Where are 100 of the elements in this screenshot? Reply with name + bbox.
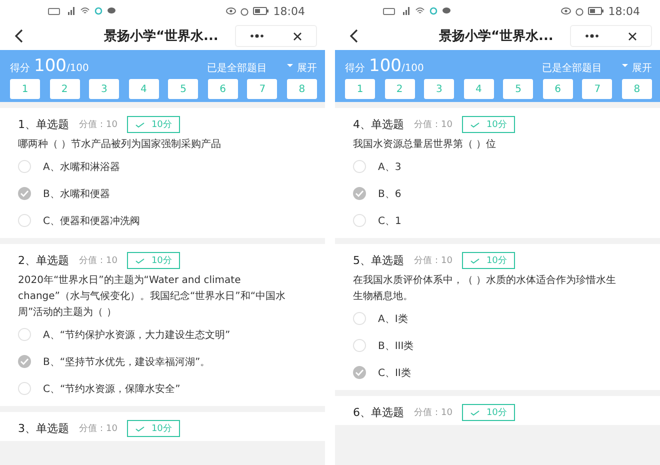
radio-button[interactable]	[353, 312, 366, 325]
option-label: C、II类	[378, 366, 411, 380]
question-number-button[interactable]: 3	[89, 79, 120, 99]
more-icon[interactable]	[250, 34, 264, 38]
result-score: 10分	[151, 422, 172, 435]
question-number-button[interactable]: 3	[424, 79, 454, 99]
points-label: 分值：10	[79, 254, 118, 267]
result-score: 10分	[486, 406, 507, 419]
question-heading: 1、单选题	[18, 117, 69, 132]
question-number-button[interactable]: 6	[208, 79, 238, 99]
chat-bubble-icon	[442, 7, 451, 15]
score-total: /100	[66, 63, 89, 74]
result-score: 10分	[151, 118, 172, 131]
question-heading: 5、单选题	[353, 253, 404, 268]
question-number-button[interactable]: 7	[247, 79, 278, 99]
chat-bubble-icon	[107, 7, 116, 15]
check-icon	[135, 122, 146, 128]
question-text: 2020年“世界水日”的主题为“Water and climate change”（水与气候变化）。我国纪念“世界水日”和“中国水周”活动的主题为（ ）	[18, 274, 286, 320]
expand-link[interactable]: 展开	[297, 61, 317, 75]
question-number-button[interactable]: 1	[345, 79, 375, 99]
wifi-icon	[415, 7, 425, 15]
option-label: A、3	[378, 160, 402, 174]
score-value: 100	[34, 56, 66, 76]
radio-button[interactable]	[18, 160, 31, 173]
question-number-button[interactable]: 4	[128, 79, 159, 99]
close-icon[interactable]	[292, 32, 302, 40]
radio-button[interactable]	[18, 328, 31, 341]
radio-button[interactable]	[18, 214, 31, 227]
question-number-button[interactable]: 8	[286, 79, 317, 99]
option-label: B、水嘴和便器	[43, 188, 110, 200]
option-label: C、便器和便器冲洗阀	[43, 214, 140, 228]
radio-button[interactable]	[353, 339, 366, 352]
points-label: 分值：10	[79, 422, 118, 435]
result-score: 10分	[151, 254, 172, 267]
back-icon[interactable]	[14, 29, 24, 43]
close-icon[interactable]	[628, 32, 637, 40]
question-text: 在我国水质评价体系中，（ ）水质的水体适合作为珍惜水生生物栖息地。	[353, 274, 618, 304]
question-number-button[interactable]: 8	[622, 79, 652, 99]
question-number-button[interactable]: 5	[503, 79, 534, 99]
question-number-button[interactable]: 7	[582, 79, 612, 99]
points-label: 分值：10	[414, 406, 452, 419]
check-icon	[135, 258, 146, 264]
radio-button[interactable]	[353, 187, 366, 200]
option-label: A、I类	[378, 312, 408, 326]
back-icon[interactable]	[349, 29, 359, 43]
question-text: 我国水资源总量居世界第（ ）位	[353, 138, 498, 152]
battery-icon	[588, 7, 604, 15]
question-number-button[interactable]: 5	[168, 79, 198, 99]
wifi-icon	[80, 7, 90, 15]
check-icon	[470, 410, 480, 416]
option-label: B、“坚持节水优先，建设幸福河湖”。	[43, 356, 210, 368]
score-label: 得分	[10, 62, 30, 75]
points-label: 分值：10	[414, 254, 452, 267]
question-number-button[interactable]: 1	[10, 79, 40, 99]
expand-link[interactable]: 展开	[632, 61, 652, 75]
eye-icon	[561, 7, 572, 15]
check-icon	[135, 426, 146, 432]
battery-icon	[253, 7, 270, 15]
more-icon[interactable]	[585, 34, 600, 38]
filter-label: 已是全部题目	[542, 62, 602, 75]
caret-icon	[622, 64, 628, 68]
eye-icon	[226, 7, 236, 15]
page-title: 景扬小学“世界水...	[439, 28, 554, 45]
radio-button[interactable]	[353, 160, 366, 173]
points-label: 分值：10	[414, 118, 452, 131]
score-total: /100	[401, 63, 424, 74]
caret-icon	[287, 64, 293, 68]
radio-button[interactable]	[353, 214, 366, 227]
question-text: 哪两种（ ）节水产品被列为国家强制采购产品	[18, 138, 222, 152]
score-value: 100	[369, 56, 402, 76]
result-score: 10分	[486, 254, 507, 267]
hd-icon	[48, 8, 60, 14]
option-label: C、“节约水资源，保障水安全”	[43, 382, 180, 396]
check-icon	[470, 122, 480, 128]
radio-button[interactable]	[18, 382, 31, 395]
question-heading: 6、单选题	[353, 405, 404, 420]
option-label: A、“节约保护水资源，大力建设生态文明”	[43, 328, 230, 342]
option-label: B、6	[378, 188, 402, 200]
page-title: 景扬小学“世界水...	[104, 28, 218, 45]
score-label: 得分	[345, 62, 365, 75]
radio-button[interactable]	[18, 355, 31, 368]
result-score: 10分	[486, 118, 507, 131]
question-heading: 2、单选题	[18, 253, 69, 268]
clock-time: 18:04	[273, 4, 305, 18]
radio-button[interactable]	[18, 187, 31, 200]
question-number-button[interactable]: 2	[50, 79, 80, 99]
check-icon	[470, 258, 480, 264]
option-label: B、III类	[378, 340, 414, 352]
option-label: C、1	[378, 214, 402, 228]
filter-label: 已是全部题目	[207, 62, 267, 75]
hd-icon	[383, 8, 395, 14]
clock-time: 18:04	[608, 4, 640, 18]
question-number-button[interactable]: 4	[464, 79, 494, 99]
points-label: 分值：10	[79, 118, 118, 131]
question-number-button[interactable]: 6	[542, 79, 573, 99]
question-number-button[interactable]: 2	[384, 79, 415, 99]
question-heading: 3、单选题	[18, 421, 69, 436]
radio-button[interactable]	[353, 366, 366, 379]
option-label: A、水嘴和淋浴器	[43, 160, 120, 174]
question-heading: 4、单选题	[353, 117, 404, 132]
